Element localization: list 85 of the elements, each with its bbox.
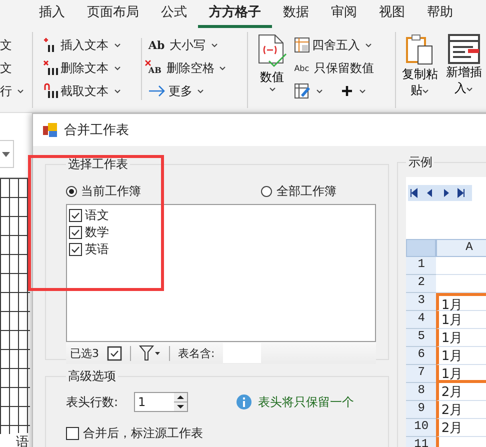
ribbon-tab[interactable]: 审阅 (320, 0, 368, 28)
row-number: 7 (406, 365, 436, 383)
select-all-button[interactable] (107, 346, 122, 360)
field-label: 表头行数: (66, 394, 120, 410)
ribbon-tab[interactable]: 视图 (368, 0, 416, 28)
group-title: 选择工作表 (67, 156, 129, 173)
group-title: 高级选项 (67, 368, 117, 385)
name-filter-field[interactable] (222, 343, 261, 363)
caret-icon (2, 152, 10, 156)
checkbox[interactable] (69, 209, 82, 222)
arrow-right-icon (148, 85, 166, 97)
checkbox-option[interactable]: 合并后，标注源工作表 (66, 425, 380, 442)
checkbox[interactable] (66, 427, 79, 440)
radio-option[interactable]: 全部工作簿 (261, 183, 336, 200)
table-cell: 1月 (436, 365, 486, 383)
sheet-list-item[interactable]: 数学 (69, 224, 376, 241)
ribbon-button[interactable]: 更多 (148, 82, 246, 100)
table-cell: 1月 (436, 311, 486, 329)
window-title: 合并工作表 (64, 122, 129, 139)
radio-option[interactable]: 当前工作簿 (66, 183, 141, 200)
plus-icon (341, 85, 354, 97)
app-icon (42, 122, 58, 138)
ribbon-tab[interactable]: 公式 (150, 0, 198, 28)
table-cell: 1月 (436, 347, 486, 365)
text-bars-icon (42, 83, 59, 99)
value-document-icon (257, 34, 288, 68)
row-number: 2 (406, 275, 436, 293)
ribbon-tab[interactable]: 页面布局 (76, 0, 150, 28)
header-rows-spinbox[interactable]: 1 (134, 392, 188, 412)
hint-text: 表头将只保留一个 (258, 394, 354, 410)
row-number: 4 (406, 311, 436, 329)
sheet-list-item[interactable]: 语文 (69, 207, 376, 224)
row-number: 8 (406, 383, 436, 401)
radio-button[interactable] (261, 186, 272, 197)
radio-button[interactable] (66, 186, 77, 197)
row-number: 6 (406, 347, 436, 365)
filter-icon[interactable] (139, 345, 161, 361)
table-cell: 1月 (436, 329, 486, 347)
info-icon (236, 394, 252, 410)
group-title: 示例 (407, 154, 434, 171)
abc-icon: Abc (294, 64, 310, 72)
ribbon-button[interactable]: 截取文本 (42, 82, 142, 100)
name-filter-label: 表名含: (178, 346, 215, 360)
pencil-table-icon (294, 83, 310, 99)
table-cell: 1月 (436, 293, 486, 311)
ribbon-button[interactable]: Ab 大小写 (148, 36, 246, 54)
value-button[interactable]: 数值 (250, 32, 294, 112)
row-number: 11 (406, 437, 436, 447)
table-round-icon (294, 37, 310, 53)
ribbon-tab[interactable]: 数据 (272, 0, 320, 28)
ribbon-button[interactable]: AB 删除空格 (148, 59, 246, 77)
sheet-nav-icons (408, 185, 472, 201)
row-number: 3 (406, 293, 436, 311)
ribbon-tab[interactable]: 插入 (28, 0, 76, 28)
row-number: 10 (406, 419, 436, 437)
checkbox[interactable] (69, 226, 82, 239)
selected-count: 已选3 (70, 346, 99, 360)
row-number: 9 (406, 401, 436, 419)
ribbon-tab[interactable]: 方方格子 (198, 0, 272, 28)
checkbox[interactable] (69, 243, 82, 256)
case-icon: Ab (148, 38, 165, 52)
delete-text-icon (42, 60, 59, 76)
insert-button[interactable]: 新增插 入 (442, 32, 486, 112)
ribbon-button[interactable]: 删除文本 (42, 59, 142, 77)
column-header: A (436, 239, 486, 257)
ribbon-tab[interactable]: 帮助 (416, 0, 464, 28)
table-cell: 2月 (436, 401, 486, 419)
clipboard-icon (404, 34, 435, 66)
ribbon-button[interactable]: 插入文本 (42, 36, 142, 54)
spin-arrows-icon (174, 393, 187, 411)
ribbon-button[interactable]: 行 (0, 82, 30, 100)
sheet-list-item[interactable]: 英语 (69, 241, 376, 258)
corner-cell (406, 239, 436, 257)
table-cell: 2月 (436, 419, 486, 437)
ribbon-button[interactable]: Abc 只保留数值 (294, 59, 393, 77)
ribbon-button[interactable]: 文 (0, 36, 30, 54)
edit-table-button[interactable] (294, 82, 324, 100)
ribbon-button[interactable]: 文 (0, 59, 30, 77)
name-box[interactable] (0, 140, 14, 168)
form-insert-icon (448, 34, 480, 64)
table-cell: 2月 (436, 383, 486, 401)
copy-paste-button[interactable]: 复制粘 贴 (398, 32, 442, 112)
ribbon-button[interactable]: 四舍五入 (294, 36, 393, 54)
row-number: 5 (406, 329, 436, 347)
row-number: 1 (406, 257, 436, 275)
